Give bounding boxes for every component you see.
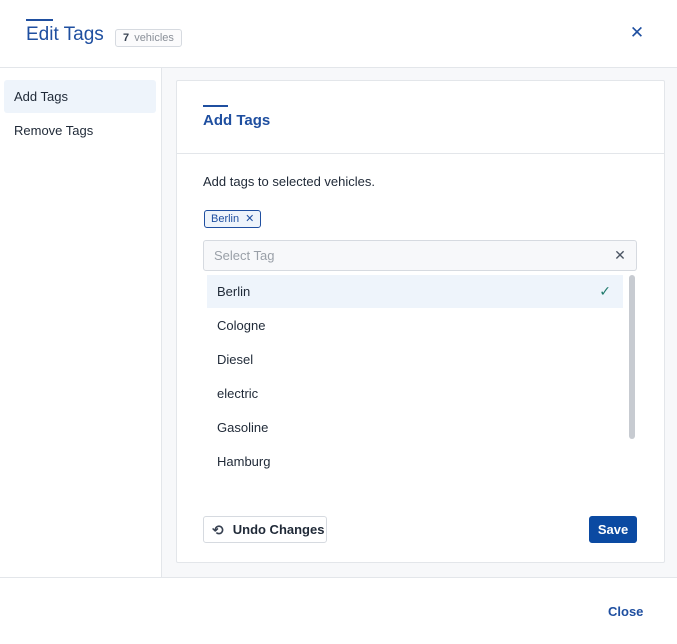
remove-tag-icon[interactable]: ✕ <box>245 211 254 227</box>
modal-title: Edit Tags <box>26 24 104 45</box>
sidebar-item-add-tags[interactable]: Add Tags <box>4 80 156 113</box>
section-title: Add Tags <box>203 112 271 129</box>
option-electric[interactable]: electric <box>207 377 623 410</box>
option-cologne[interactable]: Cologne <box>207 309 623 342</box>
clear-select-icon[interactable]: ✕ <box>612 247 628 263</box>
undo-changes-button[interactable]: ⟲ Undo Changes <box>203 516 327 543</box>
sidebar-item-remove-tags[interactable]: Remove Tags <box>4 114 156 147</box>
vehicle-count: 7 <box>123 32 130 44</box>
close-button[interactable]: Close <box>608 604 643 619</box>
vehicle-count-unit: vehicles <box>134 32 174 44</box>
vehicle-count-badge: 7 vehicles <box>115 29 182 47</box>
select-placeholder: Select Tag <box>214 248 275 263</box>
options-scrollbar[interactable] <box>629 275 635 439</box>
option-label: Diesel <box>217 352 254 367</box>
tag-select-input[interactable]: Select Tag ✕ <box>203 240 637 271</box>
section-divider <box>177 153 664 154</box>
modal-footer: Close <box>0 577 677 644</box>
tag-chip-label: Berlin <box>211 213 240 225</box>
option-label: Gasoline <box>217 420 269 435</box>
option-gasoline[interactable]: Gasoline <box>207 411 623 444</box>
option-hamburg[interactable]: Hamburg <box>207 445 623 478</box>
option-label: Cologne <box>217 318 266 333</box>
option-label: Berlin <box>217 284 251 299</box>
option-diesel[interactable]: Diesel <box>207 343 623 376</box>
checkmark-icon: ✓ <box>599 283 611 299</box>
section-description: Add tags to selected vehicles. <box>203 174 375 189</box>
tag-chip-berlin: Berlin ✕ <box>204 210 262 228</box>
tag-options-list: Berlin ✓ Cologne Diesel electric Gasolin… <box>203 273 637 485</box>
title-accent-bar <box>26 19 53 21</box>
save-button[interactable]: Save <box>589 516 637 543</box>
undo-label: Undo Changes <box>232 522 325 537</box>
sidebar: Add Tags Remove Tags <box>0 68 162 577</box>
add-tags-card: Add Tags Add tags to selected vehicles. … <box>176 80 665 563</box>
close-icon[interactable]: ✕ <box>628 24 646 42</box>
option-label: Hamburg <box>217 454 271 469</box>
undo-icon: ⟲ <box>212 521 224 538</box>
modal-header: Edit Tags 7 vehicles ✕ <box>0 0 677 68</box>
option-label: electric <box>217 386 259 401</box>
section-accent-bar <box>203 105 228 107</box>
option-berlin[interactable]: Berlin ✓ <box>207 275 623 308</box>
